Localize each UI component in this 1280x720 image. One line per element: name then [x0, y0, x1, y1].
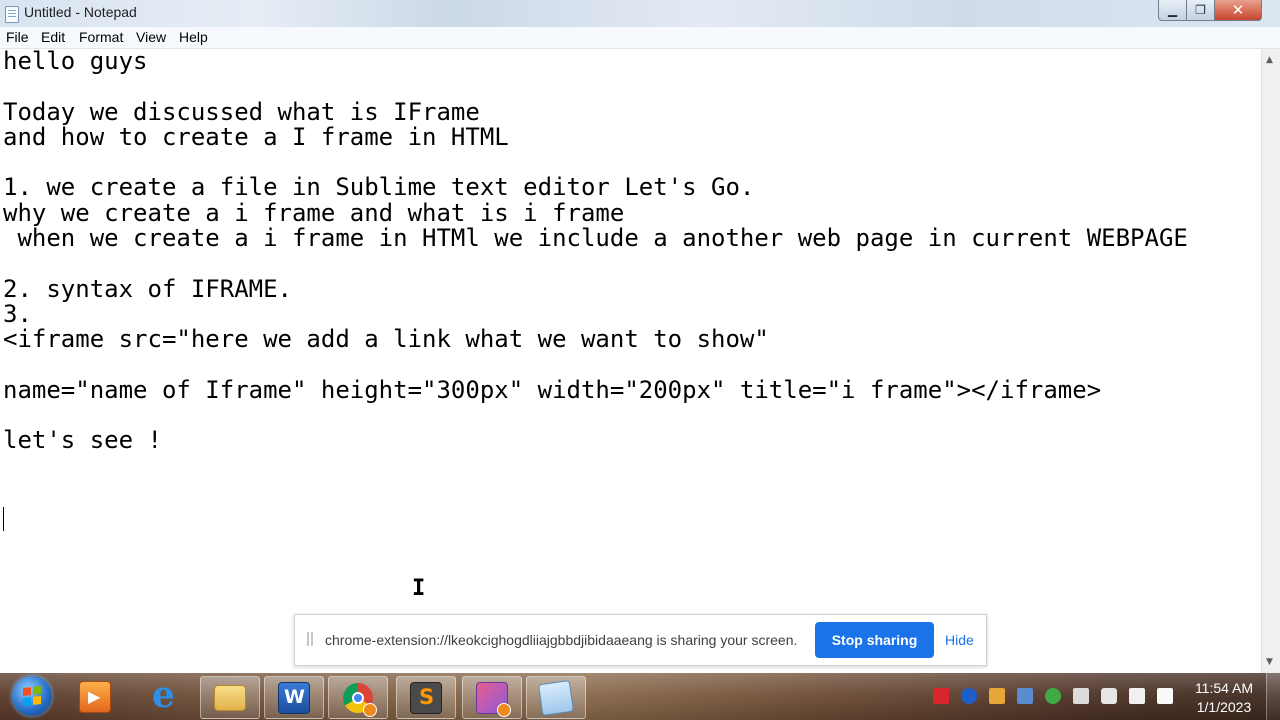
action-center-flag-icon[interactable] [1157, 688, 1173, 704]
taskbar [0, 673, 1280, 720]
notepad-icon [537, 679, 575, 716]
media-player-icon [79, 680, 111, 713]
taskbar-notepad[interactable] [526, 676, 586, 719]
notepad-app-icon[interactable] [5, 6, 19, 23]
taskbar-sublime-text[interactable] [396, 676, 456, 719]
menu-format[interactable]: Format [79, 29, 123, 45]
word-icon [278, 681, 310, 714]
scroll-up-arrow-icon[interactable]: ▲ [1266, 55, 1273, 65]
paint-icon [476, 681, 511, 717]
folder-icon [214, 684, 246, 711]
volume-icon[interactable] [1101, 688, 1117, 704]
hide-button[interactable]: Hide [945, 632, 974, 648]
start-button[interactable] [12, 676, 52, 716]
display-icon[interactable] [1017, 688, 1033, 704]
taskbar-word[interactable] [264, 676, 324, 719]
screen-share-bar: chrome-extension://lkeokcighogdliiajgbbd… [294, 614, 987, 666]
internet-explorer-icon [148, 674, 178, 716]
window-titlebar[interactable]: Untitled - Notepad ▁ ❐ ✕ [0, 0, 1280, 28]
stop-sharing-button[interactable]: Stop sharing [815, 622, 934, 658]
taskbar-paint[interactable] [462, 676, 522, 719]
folder-icon[interactable] [989, 688, 1005, 704]
menu-edit[interactable]: Edit [41, 29, 65, 45]
close-button[interactable]: ✕ [1214, 0, 1262, 21]
record-icon[interactable] [933, 688, 949, 704]
menu-file[interactable]: File [6, 29, 29, 45]
notification-badge [497, 702, 511, 717]
share-message: chrome-extension://lkeokcighogdliiajgbbd… [325, 632, 798, 648]
vertical-scrollbar[interactable]: ▲ ▼ [1261, 49, 1280, 673]
editor-text[interactable]: hello guys Today we discussed what is IF… [3, 48, 1188, 454]
bluetooth-icon[interactable] [961, 688, 977, 704]
text-caret [3, 507, 4, 531]
menu-bar: File Edit Format View Help [0, 27, 1280, 49]
taskbar-explorer[interactable] [200, 676, 260, 719]
show-desktop-button[interactable] [1266, 673, 1280, 720]
taskbar-chrome[interactable] [328, 676, 388, 719]
taskbar-internet-explorer[interactable] [134, 674, 192, 717]
maximize-button[interactable]: ❐ [1186, 0, 1215, 21]
window-title: Untitled - Notepad [24, 4, 137, 20]
taskbar-clock[interactable]: 11:54 AM 1/1/2023 [1188, 679, 1260, 717]
sublime-text-icon [410, 681, 442, 714]
clock-time: 11:54 AM [1194, 680, 1254, 696]
removable-device-icon[interactable] [1073, 688, 1089, 704]
chrome-icon [343, 682, 377, 717]
ibeam-cursor-icon: I [412, 576, 426, 601]
scroll-down-arrow-icon[interactable]: ▼ [1266, 657, 1273, 667]
network-signal-icon[interactable] [1129, 688, 1145, 704]
taskbar-media-player[interactable] [66, 676, 124, 717]
drag-handle-icon[interactable] [307, 632, 313, 646]
text-editor-area[interactable]: hello guys Today we discussed what is IF… [0, 48, 1261, 673]
clock-date: 1/1/2023 [1196, 699, 1252, 715]
menu-help[interactable]: Help [179, 29, 208, 45]
minimize-button[interactable]: ▁ [1158, 0, 1187, 21]
menu-view[interactable]: View [136, 29, 166, 45]
notification-badge [363, 702, 377, 717]
sync-icon[interactable] [1045, 688, 1061, 704]
